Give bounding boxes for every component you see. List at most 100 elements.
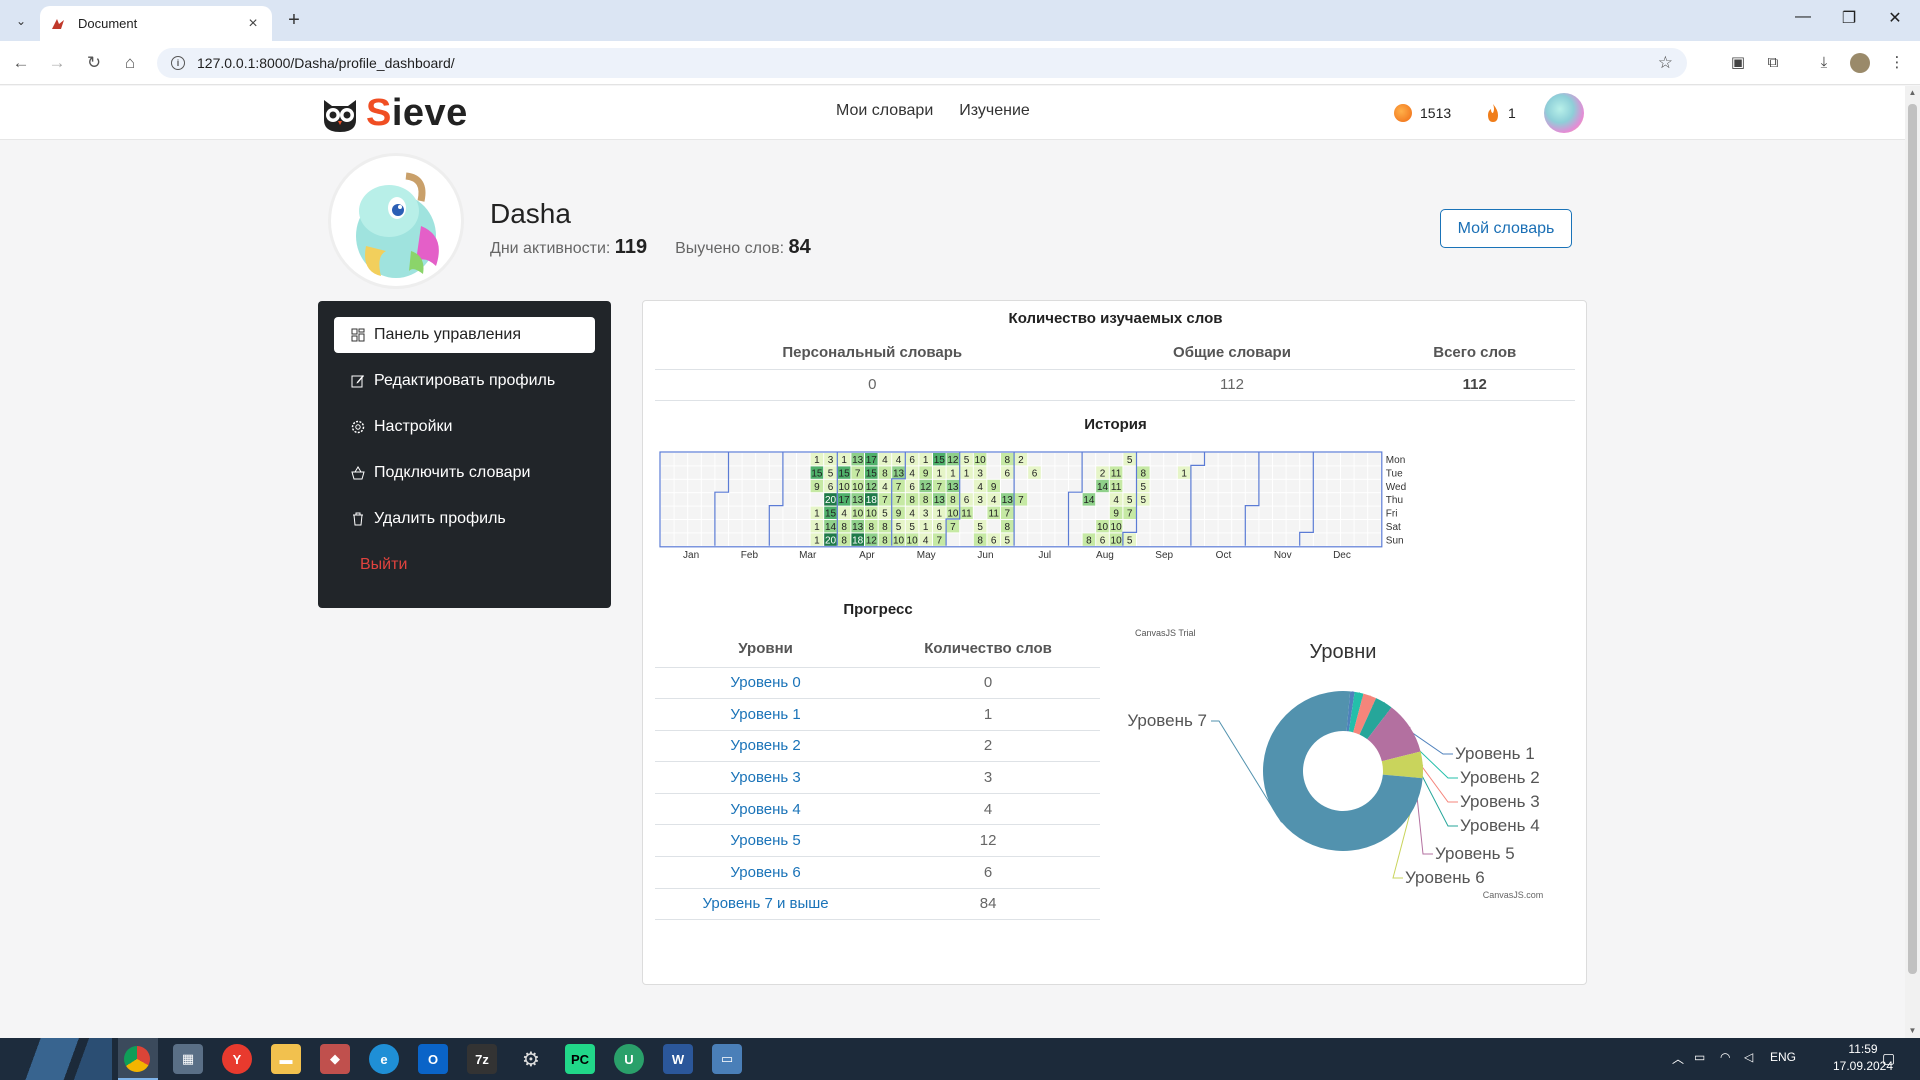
level-link[interactable]: Уровень 6 xyxy=(730,864,800,881)
heatmap-value: 1 xyxy=(814,522,820,533)
profile-icon[interactable] xyxy=(1850,53,1870,73)
count-cell: 2 xyxy=(876,730,1100,763)
back-icon[interactable]: ← xyxy=(10,52,32,74)
wifi-icon[interactable]: ◠ xyxy=(1720,1050,1730,1064)
heatmap-value: 4 xyxy=(909,468,915,479)
heatmap-cell xyxy=(1245,453,1259,466)
outlook-icon[interactable]: O xyxy=(418,1044,448,1074)
heatmap-cell xyxy=(715,506,728,519)
battery-icon[interactable]: ▭ xyxy=(1694,1050,1705,1064)
heatmap-cell xyxy=(1327,493,1340,506)
tab-search-icon[interactable]: ⌄ xyxy=(8,8,34,34)
heatmap-cell xyxy=(769,466,783,479)
close-window-icon[interactable]: ✕ xyxy=(1872,8,1918,28)
yandex-icon[interactable]: Y xyxy=(222,1044,252,1074)
logout-link[interactable]: Выйти xyxy=(334,547,595,583)
level-link[interactable]: Уровень 5 xyxy=(730,832,800,849)
user-avatar[interactable] xyxy=(1544,93,1584,133)
heatmap-cell xyxy=(1069,466,1082,479)
level-cell: Уровень 2 xyxy=(655,730,877,763)
level-link[interactable]: Уровень 2 xyxy=(730,737,800,754)
download-icon[interactable]: ⤓ xyxy=(1813,52,1835,74)
brand-name: Sieve xyxy=(366,92,468,134)
heatmap-cell xyxy=(1368,533,1381,546)
extension-off-icon[interactable]: ▣ xyxy=(1727,52,1749,74)
site-info-icon[interactable]: i xyxy=(171,56,185,70)
slice-label: Уровень 6 xyxy=(1405,868,1485,887)
nav-study[interactable]: Изучение xyxy=(959,102,1030,120)
archiver-icon[interactable]: 7z xyxy=(467,1044,497,1074)
scroll-thumb[interactable] xyxy=(1908,104,1917,974)
window-app-icon[interactable]: ▭ xyxy=(712,1044,742,1074)
address-bar[interactable]: i 127.0.0.1:8000/Dasha/profile_dashboard… xyxy=(157,48,1687,78)
puzzle-icon[interactable]: ⧉ xyxy=(1762,52,1784,74)
minimize-icon[interactable]: — xyxy=(1780,8,1826,26)
my-dictionary-button[interactable]: Мой словарь xyxy=(1440,209,1572,248)
heatmap-cell xyxy=(1164,466,1177,479)
logo[interactable]: Sieve xyxy=(320,92,468,135)
heatmap-cell xyxy=(1096,493,1109,506)
sidebar-item-edit-profile[interactable]: Редактировать профиль xyxy=(334,363,595,399)
level-link[interactable]: Уровень 4 xyxy=(730,801,800,818)
start-button[interactable] xyxy=(0,1038,112,1080)
pycharm-icon[interactable]: PC xyxy=(565,1044,595,1074)
sidebar-item-delete-profile[interactable]: Удалить профиль xyxy=(334,501,595,537)
scroll-up-icon[interactable]: ▲ xyxy=(1905,86,1920,100)
notifications-icon[interactable]: ▢ xyxy=(1882,1050,1895,1067)
language-indicator[interactable]: ENG xyxy=(1770,1050,1796,1064)
volume-icon[interactable]: ◁ xyxy=(1744,1050,1753,1064)
word-icon[interactable]: W xyxy=(663,1044,693,1074)
settings-gear-icon[interactable]: ⚙ xyxy=(516,1044,546,1074)
chrome-icon[interactable] xyxy=(124,1046,150,1072)
heatmap-cell xyxy=(1218,493,1232,506)
restore-icon[interactable]: ❐ xyxy=(1826,8,1872,28)
heatmap-cell xyxy=(1218,479,1232,493)
home-icon[interactable]: ⌂ xyxy=(119,52,141,74)
heatmap-cell xyxy=(1273,533,1286,546)
heatmap-cell xyxy=(797,479,810,493)
heatmap-value: 6 xyxy=(1005,468,1011,479)
heatmap-cell xyxy=(1259,466,1272,479)
bookmark-star-icon[interactable]: ☆ xyxy=(1658,53,1673,73)
heatmap-cell xyxy=(1150,520,1164,533)
month-label: Oct xyxy=(1216,550,1232,561)
heatmap-value: 12 xyxy=(866,482,878,493)
day-label: Thu xyxy=(1386,495,1403,506)
page-scrollbar[interactable]: ▲ ▼ xyxy=(1905,86,1920,1038)
dragon-avatar-image xyxy=(356,172,439,278)
browser-tab[interactable]: Document × xyxy=(40,6,272,41)
heatmap-cell xyxy=(946,533,960,546)
close-tab-icon[interactable]: × xyxy=(244,15,262,33)
app-icon[interactable]: ◆ xyxy=(320,1044,350,1074)
sidebar-item-dashboard[interactable]: Панель управления xyxy=(334,317,595,353)
reload-icon[interactable]: ↻ xyxy=(83,52,105,74)
edge-icon[interactable]: e xyxy=(369,1044,399,1074)
heatmap-cell xyxy=(688,506,701,519)
forward-icon[interactable]: → xyxy=(46,52,68,74)
heatmap-value: 1 xyxy=(1181,468,1187,479)
tray-chevron-icon[interactable]: ︿ xyxy=(1672,1050,1684,1067)
nav-my-dictionaries[interactable]: Мои словари xyxy=(836,102,933,120)
level-link[interactable]: Уровень 7 и выше xyxy=(703,895,829,912)
level-link[interactable]: Уровень 1 xyxy=(730,706,800,723)
level-link[interactable]: Уровень 0 xyxy=(730,674,800,691)
sidebar-item-settings[interactable]: Настройки xyxy=(334,409,595,445)
heatmap-cell xyxy=(1164,453,1177,466)
scroll-down-icon[interactable]: ▼ xyxy=(1905,1024,1920,1038)
upwork-icon[interactable]: U xyxy=(614,1044,644,1074)
heatmap-cell xyxy=(1055,493,1068,506)
canvasjs-credit[interactable]: CanvasJS.com xyxy=(1483,890,1544,900)
heatmap-value: 4 xyxy=(923,535,929,546)
browser-menu-icon[interactable]: ⋮ xyxy=(1886,52,1908,74)
heatmap-value: 1 xyxy=(814,455,820,466)
level-link[interactable]: Уровень 3 xyxy=(730,769,800,786)
heatmap-cell xyxy=(729,493,742,506)
calculator-icon[interactable]: ▦ xyxy=(173,1044,203,1074)
file-explorer-icon[interactable]: ▬ xyxy=(271,1044,301,1074)
heatmap-value: 6 xyxy=(937,522,943,533)
new-tab-icon[interactable]: + xyxy=(282,9,306,32)
heatmap-value: 3 xyxy=(977,468,983,479)
heatmap-cell xyxy=(1259,520,1272,533)
sidebar-item-connect-dictionaries[interactable]: Подключить словари xyxy=(334,455,595,491)
heatmap-cell xyxy=(715,453,728,466)
